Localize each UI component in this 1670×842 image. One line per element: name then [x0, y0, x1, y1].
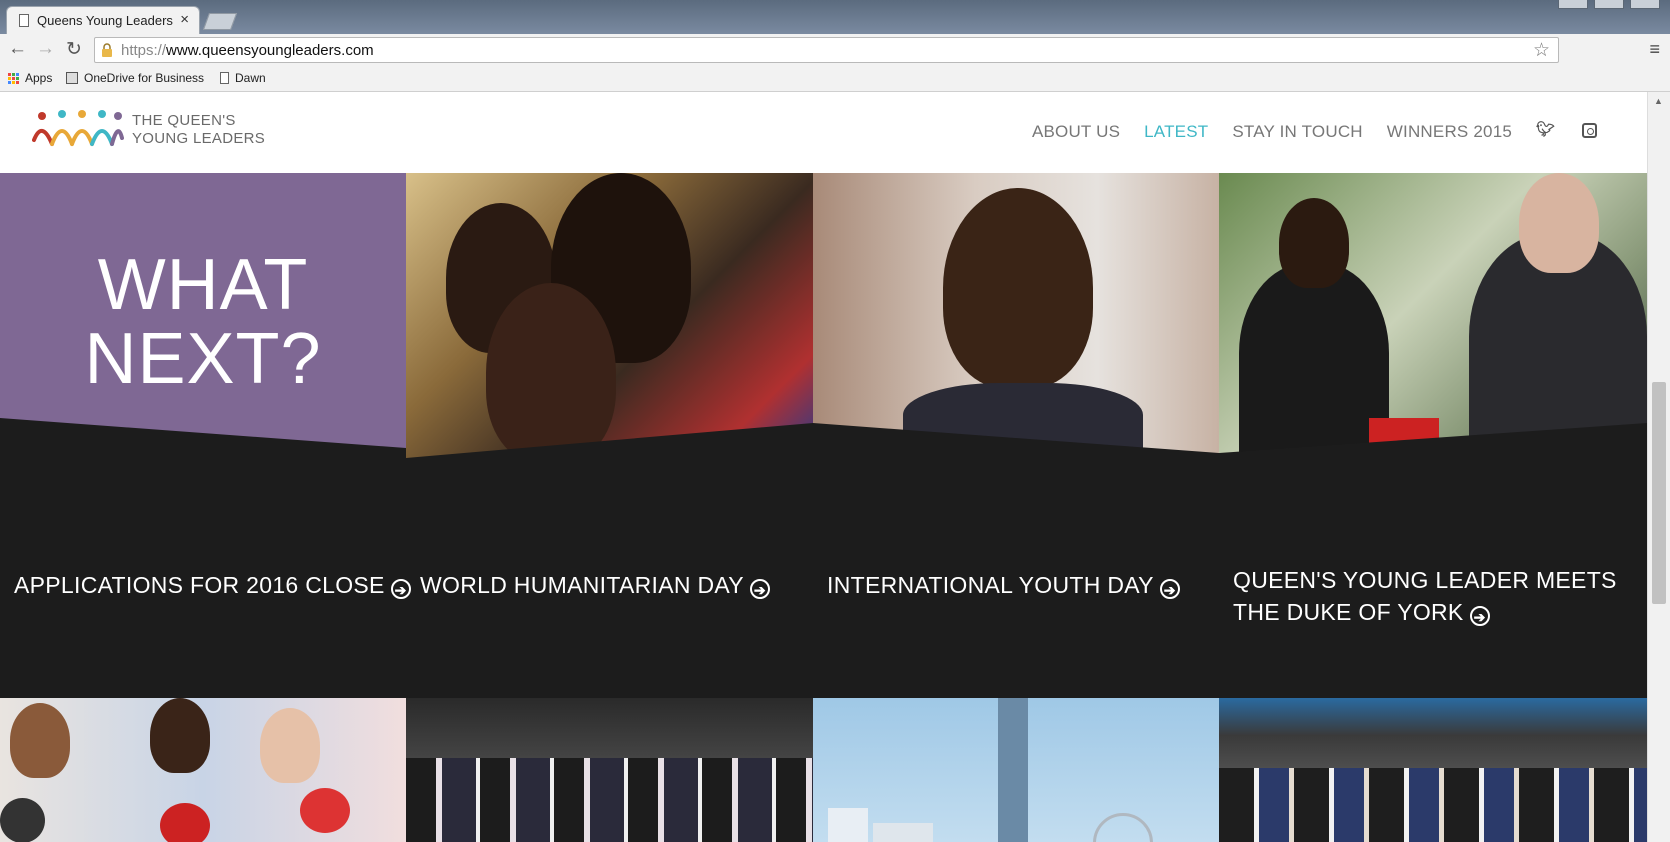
what-next-heading: WHAT NEXT?: [84, 245, 322, 399]
onedrive-icon: [66, 72, 78, 84]
youth-day-photo[interactable]: [813, 173, 1219, 458]
page-icon: [220, 72, 229, 84]
what-next-tile[interactable]: WHAT NEXT?: [0, 173, 406, 448]
arrow-circle-icon: ➔: [1469, 606, 1490, 626]
site-header: THE QUEEN'S YOUNG LEADERS ABOUT US LATES…: [0, 92, 1647, 173]
lock-warning-icon: [102, 43, 112, 57]
page-scrollbar[interactable]: ▲: [1647, 92, 1670, 842]
maximize-button[interactable]: [1594, 0, 1624, 9]
scrollbar-thumb[interactable]: [1652, 382, 1666, 604]
bookmark-star-icon[interactable]: ☆: [1533, 39, 1550, 62]
caption-applications[interactable]: APPLICATIONS FOR 2016 CLOSE ➔: [14, 569, 411, 601]
minimize-button[interactable]: [1558, 0, 1588, 9]
instagram-icon[interactable]: [1582, 123, 1597, 138]
caption-humanitarian-day[interactable]: WORLD HUMANITARIAN DAY ➔: [420, 569, 770, 601]
browser-tab[interactable]: Queens Young Leaders ×: [6, 6, 200, 34]
forward-arrow-icon[interactable]: →: [36, 38, 55, 60]
arrow-circle-icon: ➔: [390, 579, 411, 599]
duke-of-york-photo[interactable]: [1219, 173, 1647, 463]
bt-tower-photo[interactable]: [813, 698, 1219, 842]
standard-chartered-photo[interactable]: [1219, 698, 1647, 842]
page-viewport: THE QUEEN'S YOUNG LEADERS ABOUT US LATES…: [0, 92, 1647, 842]
logo-figures-icon: [32, 110, 124, 146]
new-tab-button[interactable]: [202, 13, 238, 30]
main-nav: ABOUT US LATEST STAY IN TOUCH WINNERS 20…: [1032, 122, 1512, 142]
nav-winners-2015[interactable]: WINNERS 2015: [1387, 122, 1512, 142]
downing-street-photo[interactable]: [406, 698, 813, 842]
url-text: https://www.queensyoungleaders.com: [121, 42, 374, 59]
page-icon: [19, 14, 29, 27]
arrow-circle-icon: ➔: [1159, 579, 1180, 599]
window-controls: [1558, 0, 1660, 10]
twitter-icon[interactable]: 🐦︎: [1536, 120, 1555, 138]
menu-icon[interactable]: ≡: [1649, 39, 1660, 60]
humanitarian-day-photo[interactable]: [406, 173, 813, 458]
arrow-circle-icon: ➔: [749, 579, 770, 599]
bookmark-apps[interactable]: Apps: [8, 71, 52, 85]
close-tab-icon[interactable]: ×: [180, 11, 189, 28]
caption-slant: [406, 423, 1647, 503]
nav-latest[interactable]: LATEST: [1144, 122, 1208, 142]
caption-duke-of-york[interactable]: QUEEN'S YOUNG LEADER MEETS THE DUKE OF Y…: [1233, 564, 1617, 628]
bookmark-onedrive[interactable]: OneDrive for Business: [66, 71, 204, 85]
what-next-slant: [0, 418, 406, 508]
address-bar[interactable]: https://www.queensyoungleaders.com ☆: [94, 37, 1559, 63]
bookmarks-bar: Apps OneDrive for Business Dawn: [0, 66, 1670, 92]
nav-about-us[interactable]: ABOUT US: [1032, 122, 1120, 142]
scroll-up-icon[interactable]: ▲: [1654, 96, 1663, 106]
site-logo[interactable]: THE QUEEN'S YOUNG LEADERS: [32, 110, 265, 150]
tab-title: Queens Young Leaders: [37, 13, 173, 28]
logo-text: THE QUEEN'S YOUNG LEADERS: [132, 112, 266, 147]
bookmark-dawn[interactable]: Dawn: [220, 71, 266, 85]
reload-icon[interactable]: ↻: [66, 38, 82, 61]
close-window-button[interactable]: [1630, 0, 1660, 9]
back-arrow-icon[interactable]: ←: [8, 38, 27, 60]
browser-titlebar: Queens Young Leaders ×: [0, 0, 1670, 34]
boxing-photo[interactable]: [0, 698, 406, 842]
browser-toolbar: ← → ↻ https://www.queensyoungleaders.com…: [0, 34, 1670, 66]
apps-grid-icon: [8, 72, 19, 84]
caption-youth-day[interactable]: INTERNATIONAL YOUTH DAY ➔: [827, 569, 1180, 601]
nav-stay-in-touch[interactable]: STAY IN TOUCH: [1232, 122, 1362, 142]
